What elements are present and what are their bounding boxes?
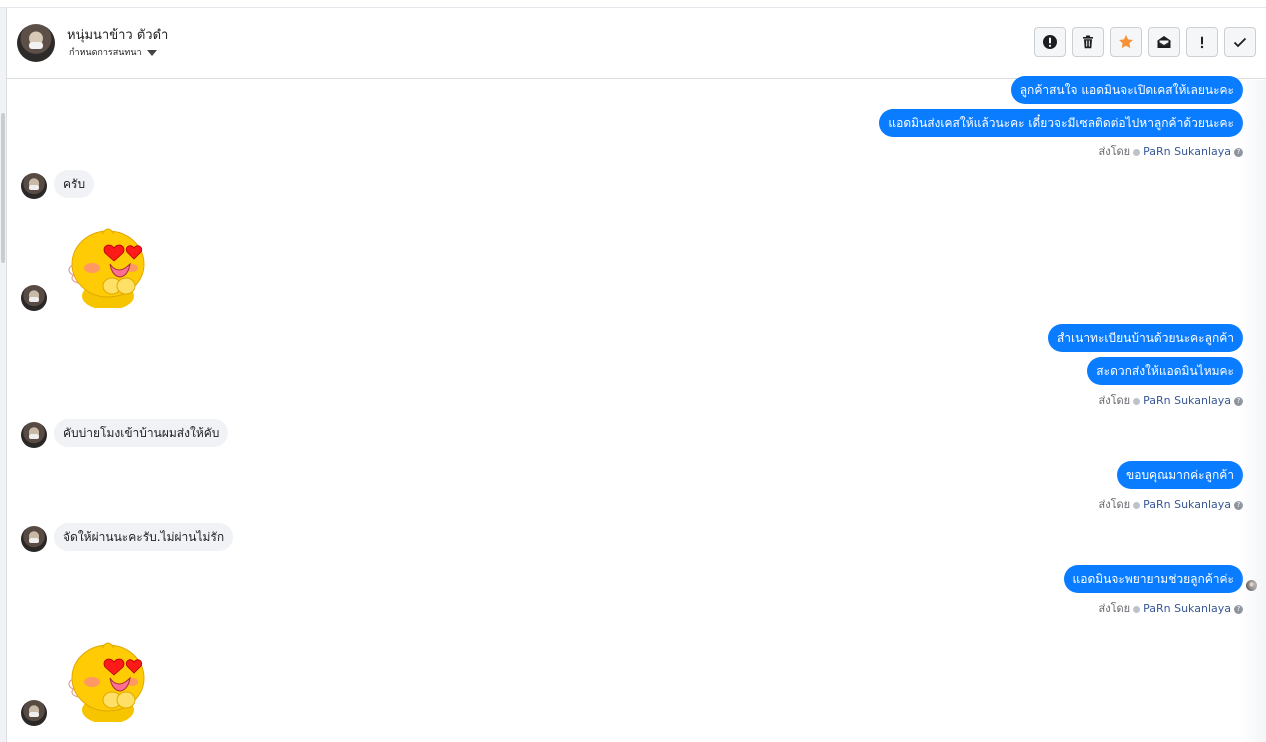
conversation-header: หนุ่มนาข้าว ตัวดำ กำหนดการสนทนา <box>7 8 1266 79</box>
message-bubble-outgoing[interactable]: แอดมินจะพยายามช่วยลูกค้าค่ะ <box>1063 565 1243 593</box>
star-icon <box>1119 35 1133 49</box>
scrollbar-thumb[interactable] <box>1 113 5 263</box>
assign-label: กำหนดการสนทนา <box>69 48 142 58</box>
mark-unread-button[interactable] <box>1148 27 1180 57</box>
contact-avatar-small[interactable] <box>21 526 47 552</box>
contact-avatar-small[interactable] <box>21 422 47 448</box>
contact-avatar-small[interactable] <box>21 285 47 311</box>
message-bubble-incoming[interactable]: ครับ <box>54 170 95 198</box>
sent-by-label: ส่งโดย PaRn Sukanlaya? <box>1099 495 1243 513</box>
sent-by-prefix: ส่งโดย <box>1098 498 1131 511</box>
contact-avatar-small[interactable] <box>21 700 47 726</box>
page-icon <box>1133 397 1141 405</box>
delete-button[interactable] <box>1072 27 1104 57</box>
sent-by-prefix: ส่งโดย <box>1098 602 1131 615</box>
message-bubble-outgoing[interactable]: แอดมินส่งเคสให้แล้วนะคะ เดี๋ยวจะมีเซลติด… <box>879 109 1243 137</box>
caret-down-icon <box>146 49 157 56</box>
sent-by-label: ส่งโดย PaRn Sukanlaya? <box>1099 142 1243 160</box>
star-button[interactable] <box>1110 27 1142 57</box>
message-bubble-incoming[interactable]: คับบ่ายโมงเข้าบ้านผมส่งให้คับ <box>54 419 229 447</box>
sender-name[interactable]: PaRn Sukanlaya <box>1143 498 1231 511</box>
heart-eyes-chick-sticker[interactable] <box>66 224 148 308</box>
contact-avatar-small[interactable] <box>21 173 47 199</box>
left-scrollbar[interactable] <box>0 8 7 742</box>
sent-by-prefix: ส่งโดย <box>1098 394 1131 407</box>
contact-name[interactable]: หนุ่มนาข้าว ตัวดำ <box>67 24 168 45</box>
sent-by-label: ส่งโดย PaRn Sukanlaya? <box>1099 391 1243 409</box>
check-icon <box>1233 37 1247 48</box>
sent-by-label: ส่งโดย PaRn Sukanlaya? <box>1099 599 1243 617</box>
message-bubble-outgoing[interactable]: ลูกค้าสนใจ แอดมินจะเปิดเคสให้เลยนะคะ <box>1010 76 1243 104</box>
trash-icon <box>1083 35 1093 49</box>
page-icon <box>1133 605 1141 613</box>
message-bubble-outgoing[interactable]: ขอบคุณมากค่ะลูกค้า <box>1117 461 1243 489</box>
top-strip <box>0 0 1266 8</box>
right-edge-shadow <box>1240 80 1266 742</box>
sender-name[interactable]: PaRn Sukanlaya <box>1143 394 1231 407</box>
message-bubble-outgoing[interactable]: สะดวกส่งให้แอดมินไหมคะ <box>1087 357 1243 385</box>
contact-avatar[interactable] <box>17 24 55 62</box>
heart-eyes-chick-sticker[interactable] <box>66 638 148 722</box>
message-bubble-outgoing[interactable]: สำเนาทะเบียนบ้านด้วยนะคะลูกค้า <box>1047 324 1243 352</box>
alert-button[interactable] <box>1034 27 1066 57</box>
message-bubble-incoming[interactable]: จัดให้ผ่านนะคะรับ.ไม่ผ่านไม่รัก <box>54 523 234 551</box>
exclamation-circle-icon <box>1043 35 1057 49</box>
sender-name[interactable]: PaRn Sukanlaya <box>1143 145 1231 158</box>
exclamation-icon <box>1200 36 1204 49</box>
sent-by-prefix: ส่งโดย <box>1098 145 1131 158</box>
page-icon <box>1133 501 1141 509</box>
follow-up-button[interactable] <box>1186 27 1218 57</box>
envelope-open-icon <box>1157 36 1171 48</box>
done-button[interactable] <box>1224 27 1256 57</box>
assign-conversation-dropdown[interactable]: กำหนดการสนทนา <box>69 45 157 59</box>
page-icon <box>1133 148 1141 156</box>
sender-name[interactable]: PaRn Sukanlaya <box>1143 602 1231 615</box>
